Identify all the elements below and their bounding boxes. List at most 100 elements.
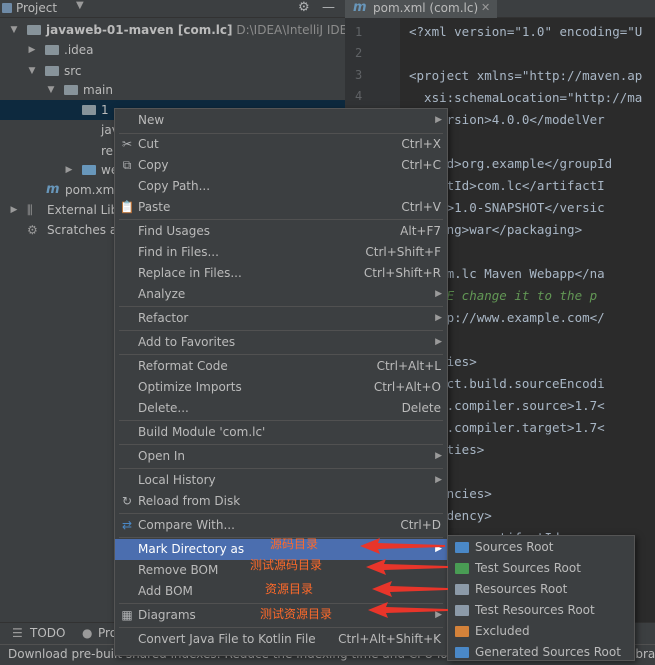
- menu-separator: [119, 306, 443, 307]
- submenu-item-label: Generated Sources Root: [475, 645, 621, 659]
- submenu-arrow-icon: ▶: [435, 115, 442, 125]
- submenu-item-label: Test Resources Root: [475, 603, 595, 617]
- chevron-down-icon[interactable]: ▼: [9, 20, 19, 40]
- gear-icon[interactable]: ⚙: [298, 0, 310, 15]
- menu-item-shortcut: Ctrl+Alt+O: [373, 380, 441, 394]
- menu-item-shortcut: Ctrl+Alt+Shift+K: [338, 632, 441, 646]
- menu-item-label: Replace in Files...: [138, 266, 242, 280]
- menu-item-paste[interactable]: 📋 Paste Ctrl+V: [115, 197, 447, 218]
- minimize-icon[interactable]: —: [322, 0, 335, 15]
- submenu-item-sources-root[interactable]: Sources Root: [448, 537, 634, 558]
- menu-item-label: Find in Files...: [138, 245, 219, 259]
- menu-item-label: Delete...: [138, 401, 189, 415]
- scissors-icon: ✂: [121, 137, 133, 151]
- resources-root-folder-icon: [455, 584, 469, 595]
- menu-item-new[interactable]: New ▶: [115, 110, 447, 131]
- menu-item-label: Copy: [138, 158, 169, 172]
- compare-icon: ⇄: [121, 518, 133, 532]
- code-line: <project xmlns="http://maven.ap: [409, 68, 643, 83]
- folder-icon: [82, 105, 96, 115]
- menu-item-optimize-imports[interactable]: Optimize Imports Ctrl+Alt+O: [115, 377, 447, 398]
- menu-item-convert-to-kotlin[interactable]: Convert Java File to Kotlin File Ctrl+Al…: [115, 629, 447, 650]
- submenu-item-test-sources-root[interactable]: Test Sources Root: [448, 558, 634, 579]
- annotation-test-sources: 测试源码目录: [250, 558, 323, 572]
- menu-item-reformat-code[interactable]: Reformat Code Ctrl+Alt+L: [115, 356, 447, 377]
- submenu-item-excluded[interactable]: Excluded: [448, 621, 634, 642]
- tree-item-label: Scratches a: [47, 223, 118, 237]
- test-resources-root-folder-icon: [455, 605, 469, 616]
- library-icon: ⫼: [27, 203, 33, 217]
- tab-pom-xml[interactable]: m pom.xml (com.lc) ✕: [345, 0, 497, 18]
- submenu-arrow-icon: ▶: [435, 544, 442, 554]
- tree-item-idea[interactable]: ▶ .idea: [0, 40, 345, 60]
- menu-item-refactor[interactable]: Refactor ▶: [115, 308, 447, 329]
- menu-separator: [119, 513, 443, 514]
- menu-item-find-in-files[interactable]: Find in Files... Ctrl+Shift+F: [115, 242, 447, 263]
- submenu-arrow-icon: ▶: [435, 475, 442, 485]
- submenu-arrow-icon: ▶: [435, 289, 442, 299]
- menu-separator: [119, 444, 443, 445]
- menu-item-label: Open In: [138, 449, 186, 463]
- menu-item-label: Optimize Imports: [138, 380, 242, 394]
- tree-item-src[interactable]: ▼ src: [0, 61, 345, 81]
- mark-directory-submenu: Sources Root Test Sources Root Resources…: [447, 535, 635, 661]
- tree-item-project-root[interactable]: ▼ javaweb-01-maven [com.lc] D:\IDEA\Inte…: [0, 20, 367, 40]
- folder-icon: [64, 85, 78, 95]
- sources-root-folder-icon: [455, 542, 469, 553]
- submenu-item-label: Excluded: [475, 624, 530, 638]
- menu-item-label: Reload from Disk: [138, 494, 241, 508]
- menu-item-delete[interactable]: Delete... Delete: [115, 398, 447, 419]
- submenu-item-label: Sources Root: [475, 540, 554, 554]
- maven-icon: m: [46, 182, 60, 197]
- submenu-item-resources-root[interactable]: Resources Root: [448, 579, 634, 600]
- menu-item-label: Convert Java File to Kotlin File: [138, 632, 316, 646]
- submenu-item-generated-sources-root[interactable]: Generated Sources Root: [448, 642, 634, 663]
- line-number: 3: [355, 68, 363, 82]
- close-icon[interactable]: ✕: [481, 1, 490, 14]
- tree-item-main[interactable]: ▼ main: [0, 80, 345, 100]
- menu-item-label: Compare With...: [138, 518, 235, 532]
- tree-item-label: main: [83, 83, 113, 97]
- code-line: xsi:schemaLocation="http://ma: [409, 90, 643, 105]
- menu-item-shortcut: Alt+F7: [400, 224, 441, 238]
- test-sources-root-folder-icon: [455, 563, 469, 574]
- tree-item-label: re: [101, 144, 114, 158]
- menu-item-add-to-favorites[interactable]: Add to Favorites ▶: [115, 332, 447, 353]
- project-panel-header: Project ▼ ⚙ —: [0, 0, 345, 18]
- menu-item-copy-path[interactable]: Copy Path...: [115, 176, 447, 197]
- menu-separator: [119, 330, 443, 331]
- line-number: 4: [355, 89, 363, 103]
- folder-icon: [45, 45, 59, 55]
- menu-item-replace-in-files[interactable]: Replace in Files... Ctrl+Shift+R: [115, 263, 447, 284]
- menu-item-label: Local History: [138, 473, 216, 487]
- submenu-arrow-icon: ▶: [435, 313, 442, 323]
- menu-item-cut[interactable]: ✂ Cut Ctrl+X: [115, 134, 447, 155]
- reload-icon: ↻: [121, 494, 133, 508]
- menu-item-label: New: [138, 113, 165, 127]
- menu-item-build-module[interactable]: Build Module 'com.lc': [115, 422, 447, 443]
- menu-item-local-history[interactable]: Local History ▶: [115, 470, 447, 491]
- chevron-right-icon[interactable]: ▶: [64, 160, 74, 180]
- annotation-resources: 资源目录: [265, 582, 314, 596]
- menu-item-shortcut: Ctrl+Shift+F: [365, 245, 441, 259]
- menu-item-find-usages[interactable]: Find Usages Alt+F7: [115, 221, 447, 242]
- chevron-down-icon[interactable]: ▼: [46, 80, 56, 100]
- project-panel-title[interactable]: Project: [16, 1, 57, 15]
- todo-tab[interactable]: TODO: [30, 626, 65, 640]
- tree-item-label: .idea: [64, 43, 94, 57]
- menu-item-label: Reformat Code: [138, 359, 228, 373]
- menu-item-analyze[interactable]: Analyze ▶: [115, 284, 447, 305]
- chevron-right-icon[interactable]: ▶: [27, 40, 37, 60]
- menu-separator: [119, 219, 443, 220]
- menu-item-reload-from-disk[interactable]: ↻ Reload from Disk: [115, 491, 447, 512]
- menu-item-label: Find Usages: [138, 224, 211, 238]
- menu-item-compare-with[interactable]: ⇄ Compare With... Ctrl+D: [115, 515, 447, 536]
- chevron-right-icon[interactable]: ▶: [9, 200, 19, 220]
- tree-item-label: External Lib: [47, 203, 119, 217]
- menu-item-open-in[interactable]: Open In ▶: [115, 446, 447, 467]
- chevron-down-icon[interactable]: ▼: [27, 61, 37, 81]
- submenu-item-test-resources-root[interactable]: Test Resources Root: [448, 600, 634, 621]
- menu-item-copy[interactable]: ⧉ Copy Ctrl+C: [115, 155, 447, 176]
- chevron-down-icon[interactable]: ▼: [76, 0, 84, 11]
- line-number: 2: [355, 46, 363, 60]
